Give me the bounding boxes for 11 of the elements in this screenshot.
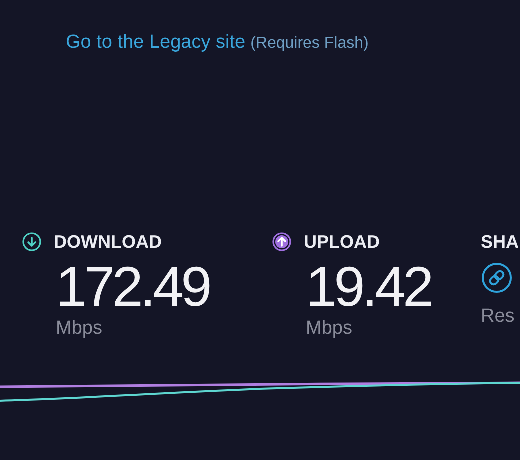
stat-label: SHA [481,232,520,252]
speed-value: 172.49 [56,256,210,318]
result-caption: Res [481,306,515,328]
speed-unit: Mbps [56,318,102,340]
stat-label: UPLOAD [304,232,380,252]
stat-label: DOWNLOAD [54,232,162,252]
legacy-site-link[interactable]: Go to the Legacy site [66,32,246,53]
requires-flash-note: (Requires Flash) [250,35,369,52]
speed-unit: Mbps [306,318,352,340]
speed-value: 19.42 [306,256,432,318]
link-icon[interactable] [481,262,513,294]
